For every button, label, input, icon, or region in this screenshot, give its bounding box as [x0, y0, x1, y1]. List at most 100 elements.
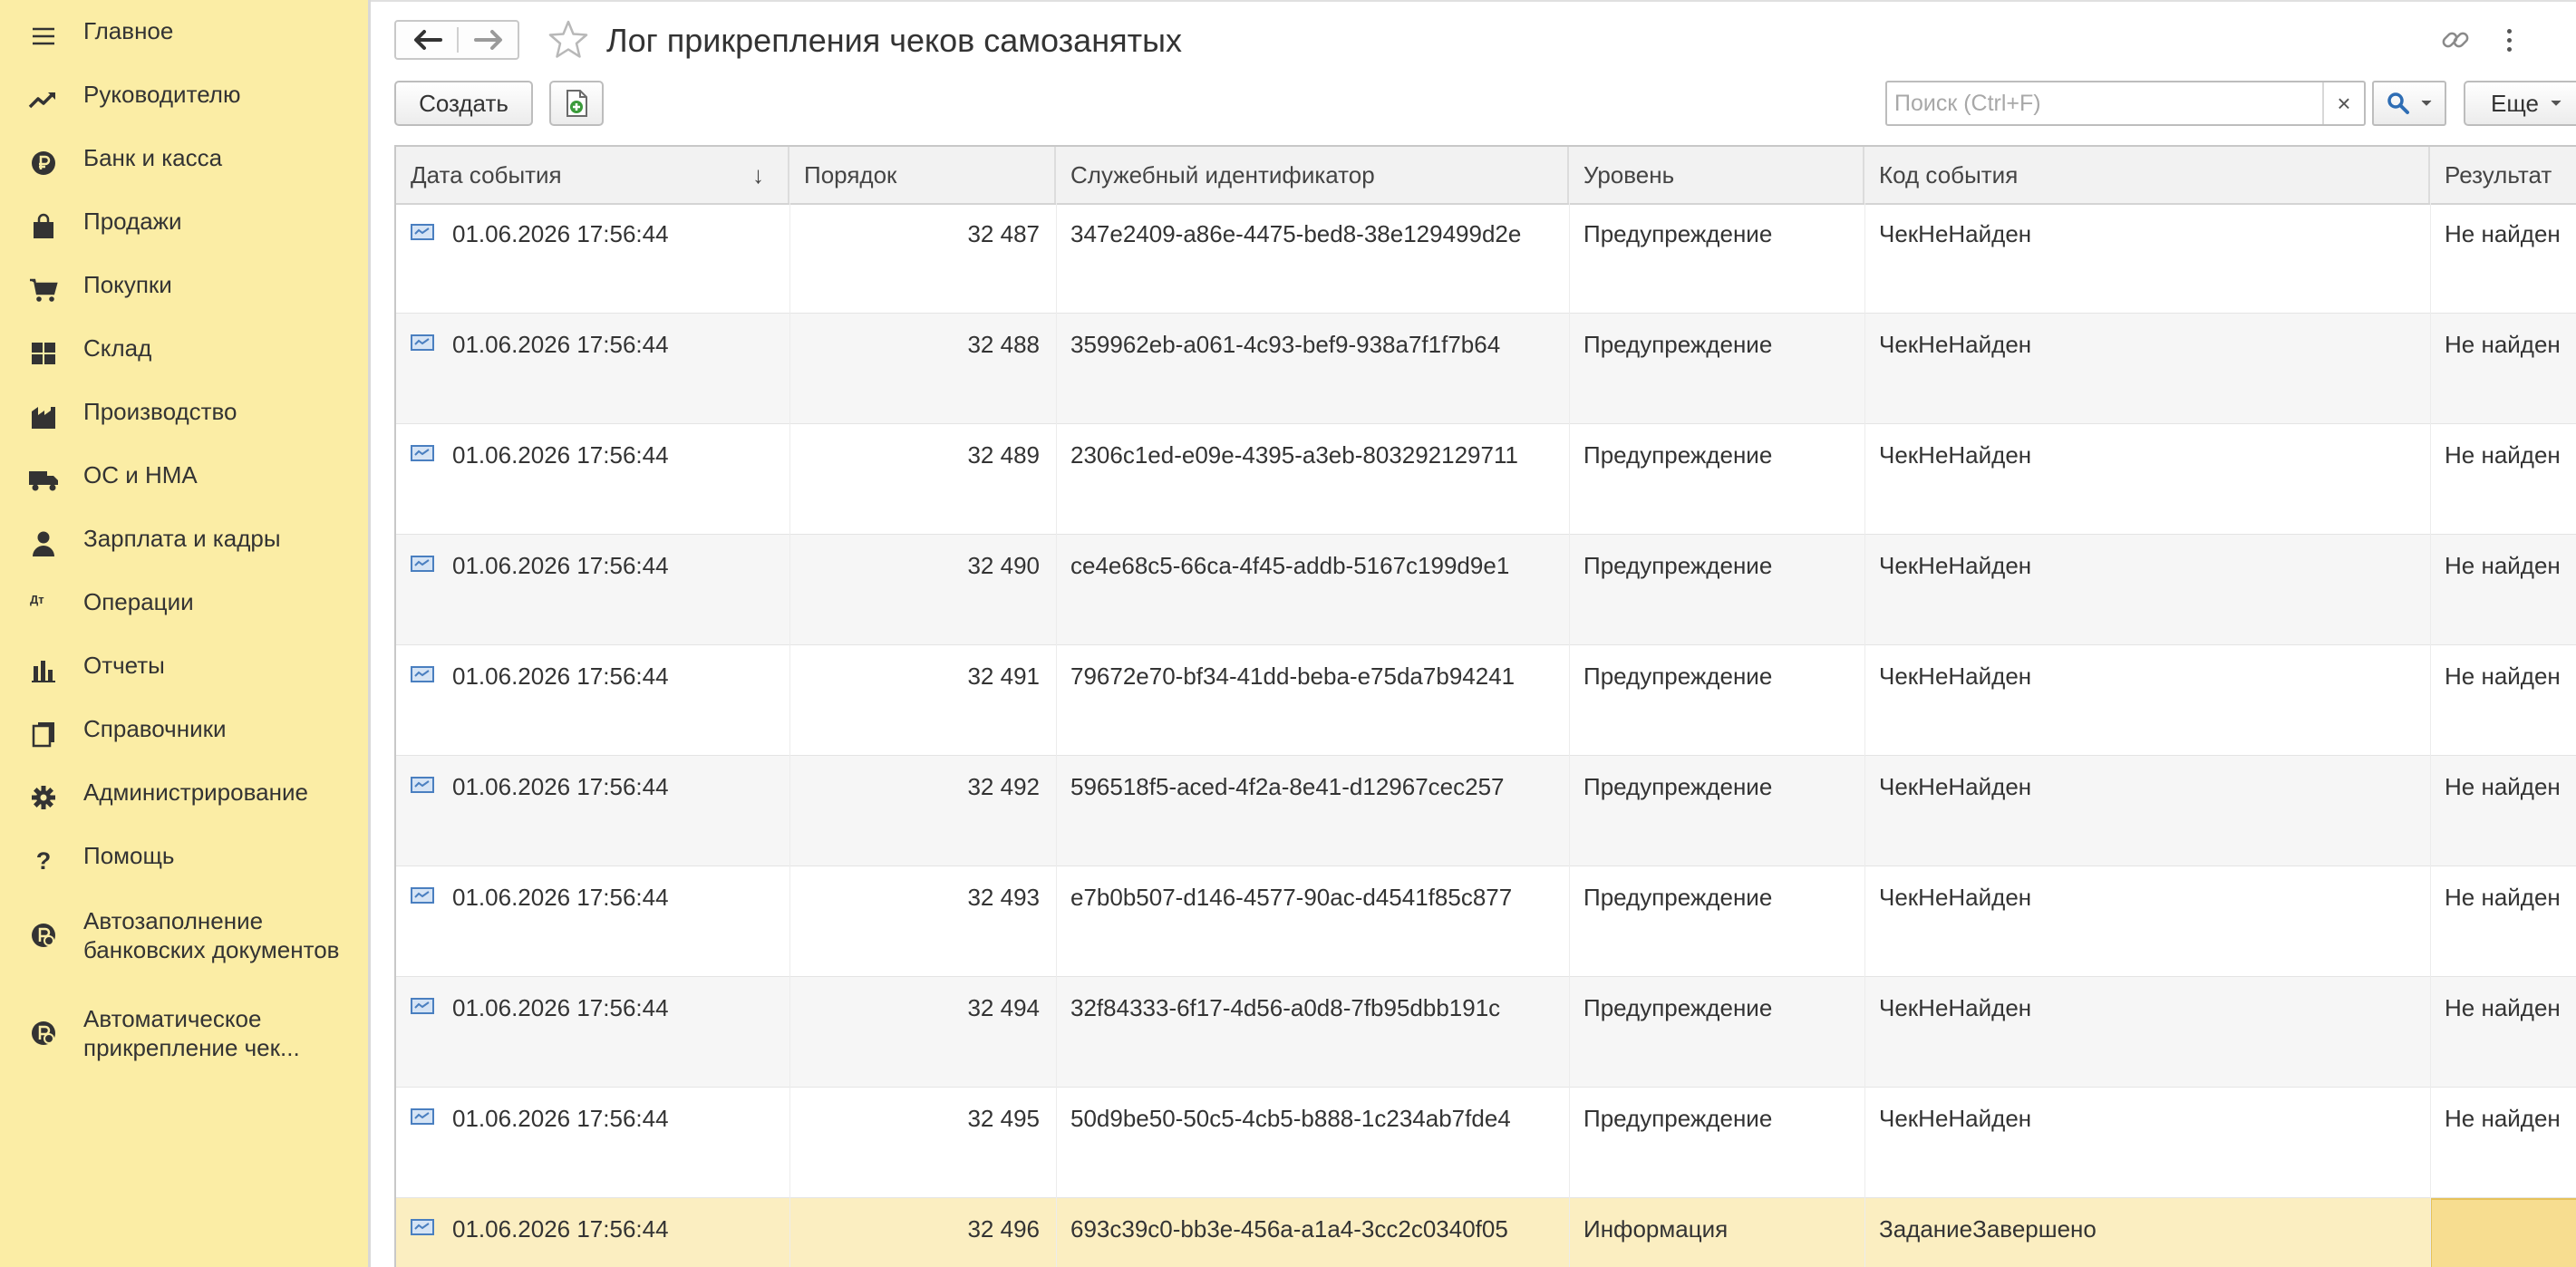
column-header[interactable]: Код события	[1864, 147, 2430, 203]
column-divider	[1569, 1088, 1570, 1198]
table-row[interactable]: 01.06.2026 17:56:44 32 495 50d9be50-50c5-4…	[396, 1088, 2576, 1198]
cell-identifier: ce4e68c5-66ca-4f45-addb-5167c199d9e1	[1070, 552, 1510, 579]
trend-chart-icon	[27, 83, 60, 116]
cell-date: 01.06.2026 17:56:44	[452, 663, 669, 690]
cell-identifier: 2306c1ed-e09e-4395-a3eb-803292129711	[1070, 441, 1518, 469]
star-icon	[548, 20, 588, 58]
sidebar-item-label: Продажи	[83, 208, 182, 235]
table-row[interactable]: 01.06.2026 17:56:44 32 492 596518f5-aced-4…	[396, 756, 2576, 866]
column-divider	[1056, 535, 1057, 645]
cell-date: 01.06.2026 17:56:44	[452, 773, 669, 800]
column-divider	[2430, 203, 2431, 314]
sidebar-item-12[interactable]: Справочники	[0, 714, 368, 769]
sidebar-item-9[interactable]: Зарплата и кадры	[0, 524, 368, 578]
more-actions-button[interactable]	[2495, 20, 2523, 60]
history-nav	[394, 20, 519, 60]
sidebar-item-16[interactable]: Автоматическое прикрепление чек...	[0, 1004, 368, 1061]
excel-export-button[interactable]	[549, 81, 604, 126]
column-divider	[2430, 645, 2431, 756]
favorite-button[interactable]	[547, 18, 590, 62]
sidebar-item-label: Главное	[83, 17, 174, 44]
column-divider	[1569, 1198, 1570, 1267]
sidebar-item-10[interactable]: Дт Операции	[0, 587, 368, 642]
sidebar-item-2[interactable]: Руководителю	[0, 80, 368, 134]
column-header[interactable]: Порядок	[789, 147, 1056, 203]
column-divider	[1569, 535, 1570, 645]
top-divider	[371, 0, 2576, 2]
create-button[interactable]: Создать	[394, 81, 533, 126]
column-header[interactable]: Уровень	[1569, 147, 1864, 203]
cell-event-code: ЧекНеНайден	[1879, 884, 2032, 911]
cell-event-code: ЧекНеНайден	[1879, 331, 2032, 358]
table-row[interactable]: 01.06.2026 17:56:44 32 496 693c39c0-bb3e-4…	[396, 1198, 2576, 1267]
cell-result: Не найден	[2445, 441, 2561, 469]
cell-level: Предупреждение	[1583, 773, 1773, 800]
cell-identifier: 596518f5-aced-4f2a-8e41-d12967cec257	[1070, 773, 1505, 800]
cell-order: 32 492	[967, 773, 1040, 800]
column-header-label: Код события	[1879, 161, 2019, 189]
cell-date: 01.06.2026 17:56:44	[452, 1215, 669, 1243]
cell-event-code: ЧекНеНайден	[1879, 663, 2032, 690]
forward-button[interactable]	[459, 22, 520, 58]
table-row[interactable]: 01.06.2026 17:56:44 32 490 ce4e68c5-66ca-4…	[396, 535, 2576, 645]
extension-icon	[27, 1017, 60, 1049]
sidebar-item-11[interactable]: Отчеты	[0, 651, 368, 705]
table-row[interactable]: 01.06.2026 17:56:44 32 493 e7b0b507-d146-4…	[396, 866, 2576, 977]
column-divider	[789, 645, 790, 756]
cell-level: Предупреждение	[1583, 441, 1773, 469]
table-row[interactable]: 01.06.2026 17:56:44 32 489 2306c1ed-e09e-4…	[396, 424, 2576, 535]
column-divider	[1056, 977, 1057, 1088]
table-row[interactable]: 01.06.2026 17:56:44 32 494 32f84333-6f17-4…	[396, 977, 2576, 1088]
column-divider	[2430, 314, 2431, 424]
vertical-dots-icon	[2506, 28, 2512, 52]
focused-cell[interactable]	[2430, 1198, 2576, 1267]
column-header[interactable]: Служебный идентификатор	[1056, 147, 1569, 203]
search-input[interactable]	[1891, 86, 2310, 121]
column-header[interactable]: Дата события ↓	[396, 147, 789, 203]
cell-level: Предупреждение	[1583, 994, 1773, 1021]
sidebar-item-3[interactable]: Банк и касса	[0, 143, 368, 198]
table-row[interactable]: 01.06.2026 17:56:44 32 488 359962eb-a061-4…	[396, 314, 2576, 424]
table-row[interactable]: 01.06.2026 17:56:44 32 491 79672e70-bf34-4…	[396, 645, 2576, 756]
sidebar-item-7[interactable]: Производство	[0, 397, 368, 451]
sidebar-item-6[interactable]: Склад	[0, 334, 368, 388]
table-row[interactable]: 01.06.2026 17:56:44 32 487 347e2409-a86e-4…	[396, 203, 2576, 314]
sort-descending-icon: ↓	[752, 161, 764, 189]
sidebar-item-label: Помощь	[83, 842, 175, 869]
cell-event-code: ЗаданиеЗавершено	[1879, 1215, 2097, 1243]
cell-date: 01.06.2026 17:56:44	[452, 441, 669, 469]
cell-order: 32 489	[967, 441, 1040, 469]
column-header-label: Порядок	[804, 161, 897, 189]
magnifier-icon	[2387, 92, 2409, 114]
column-divider	[1569, 314, 1570, 424]
sidebar-item-13[interactable]: Администрирование	[0, 778, 368, 832]
table-header: Дата события ↓ Порядок Служебный идентифика…	[396, 147, 2576, 205]
log-record-icon	[411, 997, 434, 1015]
search-box: ×	[1885, 81, 2366, 126]
log-record-icon	[411, 886, 434, 904]
sidebar-item-15[interactable]: Автозаполнение банковских документов	[0, 906, 368, 963]
column-divider	[1569, 203, 1570, 314]
sidebar-item-1[interactable]: Главное	[0, 16, 368, 71]
sidebar-item-5[interactable]: Покупки	[0, 270, 368, 324]
cell-order: 32 488	[967, 331, 1040, 358]
more-button[interactable]: Еще	[2464, 81, 2576, 126]
debit-credit-icon: Дт	[30, 593, 44, 606]
back-button[interactable]	[396, 22, 458, 58]
more-button-label: Еще	[2491, 89, 2539, 117]
search-clear-button[interactable]: ×	[2322, 82, 2364, 124]
shopping-bag-icon	[27, 210, 60, 243]
column-divider	[789, 866, 790, 977]
column-divider	[789, 203, 790, 314]
column-header[interactable]: Результат	[2430, 147, 2576, 203]
search-button[interactable]	[2372, 81, 2446, 126]
column-divider	[1864, 424, 1865, 535]
sidebar-item-4[interactable]: Продажи	[0, 207, 368, 261]
column-divider	[1864, 314, 1865, 424]
sidebar-item-14[interactable]: ? Помощь	[0, 841, 368, 895]
link-button[interactable]	[2436, 20, 2475, 60]
sidebar-item-label: Зарплата и кадры	[83, 525, 281, 552]
cell-identifier: e7b0b507-d146-4577-90ac-d4541f85c877	[1070, 884, 1513, 911]
column-divider	[1864, 756, 1865, 866]
sidebar-item-8[interactable]: ОС и НМА	[0, 460, 368, 515]
